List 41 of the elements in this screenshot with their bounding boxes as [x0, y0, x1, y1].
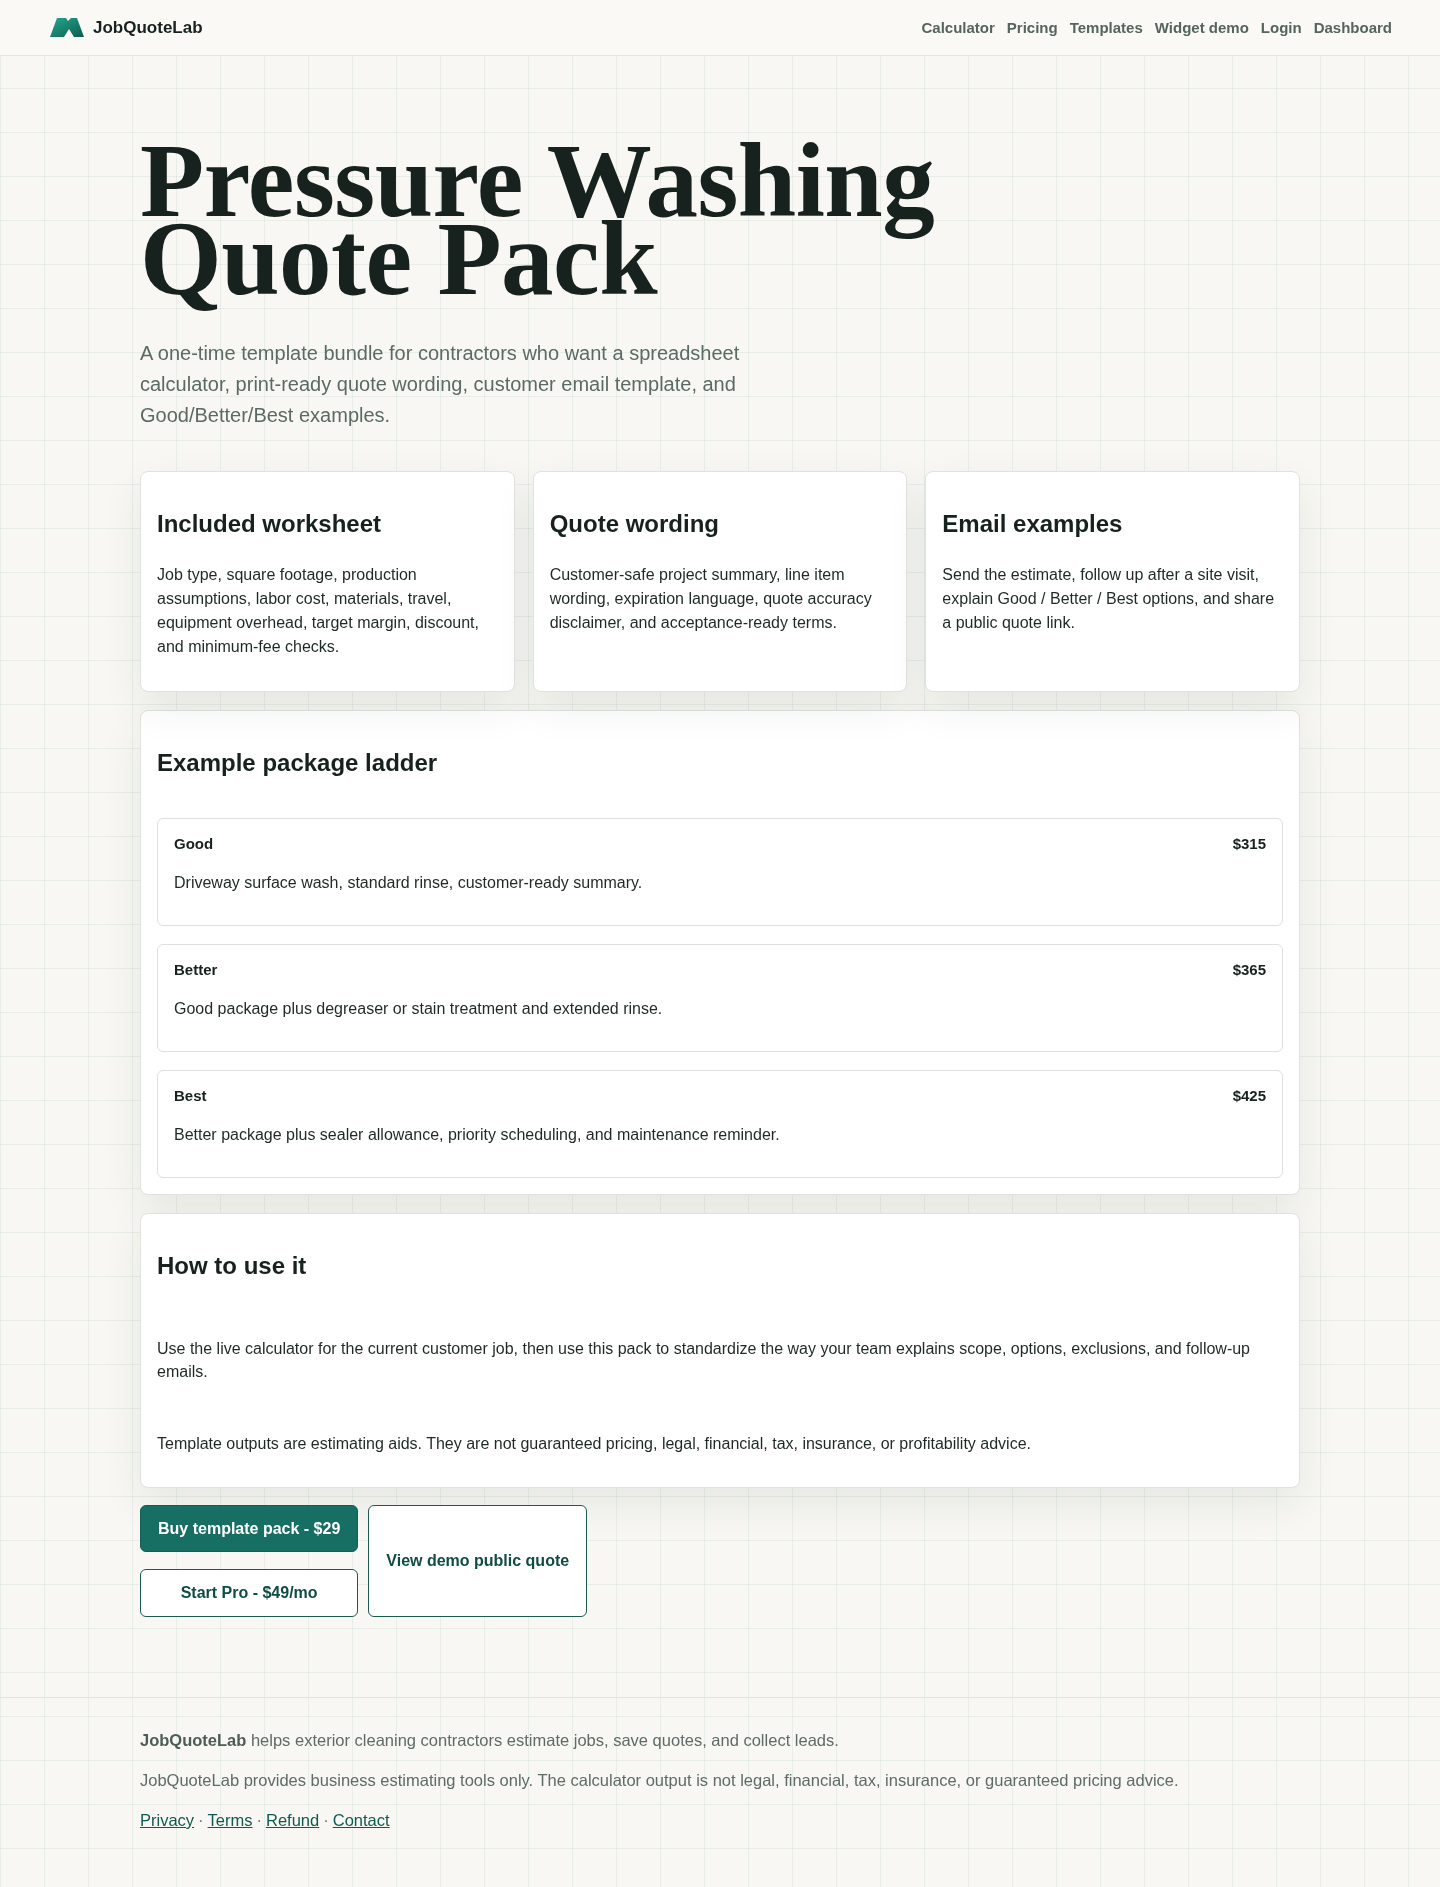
package-name: Good: [174, 835, 214, 853]
package-price: $365: [1232, 961, 1266, 979]
card-title: Quote wording: [549, 509, 720, 539]
link-separator: ·: [323, 1810, 329, 1831]
page-subtitle: A one-time template bundle for contractors who want a spreadsheet calculator, print-ready quote wording, customer email template, and Good/Better/Best examples.: [140, 341, 741, 428]
footer-link[interactable]: Terms: [207, 1808, 253, 1832]
nav-link[interactable]: Calculator: [921, 19, 995, 36]
page-title: Pressure Washing Quote Pack: [140, 134, 936, 319]
primary-button[interactable]: Buy template pack - $29: [140, 1505, 359, 1552]
package-name: Better: [174, 961, 218, 979]
package-price: $425: [1232, 1087, 1266, 1105]
package-name: Best: [174, 1087, 207, 1105]
package-description: Driveway surface wash, standard rinse, customer-ready summary.: [174, 873, 644, 893]
footer-disclaimer: JobQuoteLab provides business estimating tools only. The calculator output is not legal, financial, tax, insurance, or guaranteed pricing advice.: [140, 1770, 1180, 1791]
footer-link[interactable]: Refund: [266, 1808, 320, 1832]
nav-link[interactable]: Pricing: [1006, 19, 1058, 36]
footer-text: JobQuoteLab helps exterior cleaning contractors estimate jobs, save quotes, and collect leads.: [140, 1730, 840, 1751]
card-text: Customer-safe project summary, line item wording, expiration language, quote accuracy disclaimer, and acceptance-ready terms.: [549, 565, 873, 633]
nav-link[interactable]: Dashboard: [1313, 19, 1392, 36]
card-title: Included worksheet: [157, 509, 383, 539]
footer-link[interactable]: Contact: [332, 1808, 390, 1832]
outline-button[interactable]: Start Pro - $49/mo: [140, 1569, 359, 1617]
outline-button[interactable]: View demo public quote: [368, 1505, 588, 1617]
link-separator: ·: [198, 1810, 204, 1831]
section-title: How to use it: [157, 1251, 308, 1281]
nav-link[interactable]: Login: [1260, 19, 1302, 36]
card-title: Email examples: [942, 509, 1124, 539]
footer-link[interactable]: Privacy: [140, 1808, 195, 1832]
card-text: Send the estimate, follow up after a site visit, explain Good / Better / Best options, and share a public quote link.: [942, 565, 1276, 633]
package-description: Good package plus degreaser or stain treatment and extended rinse.: [174, 999, 664, 1019]
card-text: Job type, square footage, production assumptions, labor cost, materials, travel, equipment overhead, target margin, discount, and minimum-fee checks.: [157, 565, 480, 657]
info-paragraph: Template outputs are estimating aids. They are not guaranteed pricing, legal, financial, tax, insurance, or profitability advice.: [157, 1434, 1032, 1454]
info-paragraph: Use the live calculator for the current customer job, then use this pack to standardize the way your team explains scope, options, exclusions, and follow-up emails.: [157, 1339, 1251, 1382]
nav-link[interactable]: Widget demo: [1154, 19, 1249, 36]
section-title: Example package ladder: [157, 748, 439, 778]
link-separator: ·: [256, 1810, 262, 1831]
logo-icon[interactable]: [50, 18, 84, 37]
package-price: $315: [1232, 835, 1266, 853]
brand-name[interactable]: JobQuoteLab: [93, 17, 203, 38]
nav-link[interactable]: Templates: [1069, 19, 1143, 36]
package-description: Better package plus sealer allowance, priority scheduling, and maintenance reminder.: [174, 1125, 781, 1145]
